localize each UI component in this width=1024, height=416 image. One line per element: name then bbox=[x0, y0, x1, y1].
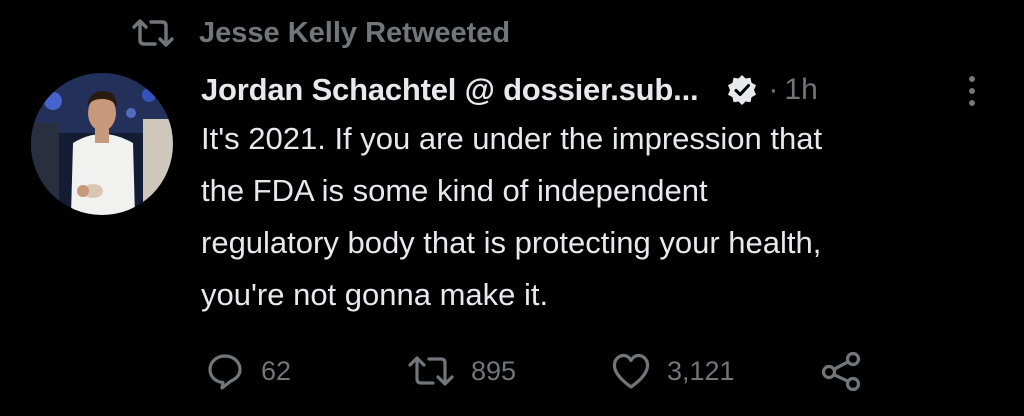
like-button[interactable]: 3,121 bbox=[611, 346, 735, 396]
tweet-card[interactable]: Jesse Kelly Retweeted Jordan Schachtel @… bbox=[0, 0, 1024, 416]
share-icon bbox=[820, 351, 862, 391]
retweet-button[interactable]: 895 bbox=[407, 346, 516, 396]
more-vertical-icon[interactable] bbox=[960, 74, 984, 108]
heart-icon bbox=[611, 352, 651, 390]
verified-badge-icon bbox=[726, 74, 758, 106]
tweet-text-line: regulatory body that is protecting your … bbox=[201, 225, 822, 260]
like-count: 3,121 bbox=[667, 355, 735, 386]
tweet-text-line: the FDA is some kind of independent bbox=[201, 173, 708, 208]
reply-count: 62 bbox=[261, 355, 292, 386]
author-name[interactable]: Jordan Schachtel @ dossier.sub... bbox=[201, 72, 699, 108]
avatar[interactable] bbox=[31, 73, 173, 215]
tweet-text: It's 2021. If you are under the impressi… bbox=[201, 113, 1001, 321]
retweet-count: 895 bbox=[471, 355, 517, 386]
retweet-context-label: Jesse Kelly Retweeted bbox=[199, 16, 511, 49]
tweet-text-line: It's 2021. If you are under the impressi… bbox=[201, 121, 823, 156]
tweet-text-line: you're not gonna make it. bbox=[201, 277, 549, 312]
tweet-header: Jordan Schachtel @ dossier.sub... · 1h bbox=[201, 66, 818, 114]
retweet-icon bbox=[131, 18, 175, 48]
tweet-action-bar: 62 895 3,121 bbox=[0, 346, 1024, 396]
avatar-image bbox=[31, 73, 173, 215]
reply-icon bbox=[205, 351, 245, 391]
reply-button[interactable]: 62 bbox=[205, 346, 291, 396]
retweet-context[interactable]: Jesse Kelly Retweeted bbox=[131, 14, 510, 52]
retweet-icon bbox=[407, 355, 455, 387]
meta-separator: · bbox=[768, 73, 779, 106]
tweet-timestamp[interactable]: 1h bbox=[784, 73, 817, 107]
share-button[interactable] bbox=[820, 346, 862, 396]
